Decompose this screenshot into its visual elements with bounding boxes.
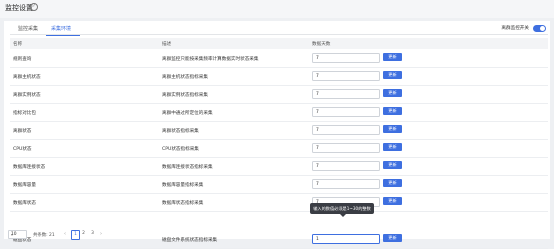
days-input[interactable]: 7 [312,161,380,171]
column-header-days: 数据天数 [312,42,331,47]
table-row: CPU状态 CPU状态指标采集 7 更新 [10,139,548,158]
help-icon[interactable]: ? [30,3,38,11]
row-name: 数据库状态 [13,200,36,206]
days-value: 7 [316,145,319,151]
update-button[interactable]: 更新 [383,71,402,79]
days-input[interactable]: 7 [312,125,380,135]
update-button[interactable]: 更新 [383,179,402,187]
days-value: 7 [316,181,319,187]
prev-page-icon[interactable]: ‹ [64,231,66,237]
days-value: 7 [316,127,319,133]
row-desc: 离群实例状态指标采集 [162,92,208,98]
days-input[interactable]: 7 [312,143,380,153]
row-desc: 数据库容量指标采集 [162,182,204,188]
days-input[interactable]: 7 [312,71,380,81]
row-desc: 离群状态指标采集 [162,128,199,134]
next-page-icon[interactable]: › [100,231,102,237]
row-desc: 离群中通过所定位的采集 [162,110,213,116]
update-button[interactable]: 更新 [383,161,402,169]
update-button[interactable]: 更新 [383,53,402,61]
row-name: 数据库容量 [13,182,36,188]
table-row: 离群主机状态 离群主机状态指标采集 7 更新 [10,67,548,86]
chevron-down-icon: ▾ [11,232,14,237]
total-count: 共条数: 21 [33,232,55,238]
table-header: 名称 描述 数据天数 [10,38,548,49]
column-header-name: 名称 [13,42,23,47]
row-desc: 离群监控只能按采集频率计算数据实时状态采集 [162,56,259,62]
days-value: 7 [316,73,319,79]
days-input[interactable]: 7 [312,107,380,117]
days-value: 1 [316,236,319,242]
page-header: 监控设置 ? [0,0,554,18]
days-value: 7 [316,109,319,115]
days-value: 7 [316,91,319,97]
update-button[interactable]: 更新 [383,89,402,97]
row-desc: 数据库状态指标采集 [162,200,204,206]
table-row: 指标对比包 离群中通过所定位的采集 7 更新 [10,103,548,122]
active-tab-indicator [46,35,80,36]
main-panel: 监控采集 采集环境 离群监控开关 名称 描述 数据天数 规则查询 离群监控只能按… [4,21,550,249]
table-row: 数据库容量 数据库容量指标采集 7 更新 [10,175,548,194]
page-size-select[interactable]: 10 ▾ [8,230,27,239]
table-row: 数据库连接状态 数据库连接状态指标采集 7 更新 [10,157,548,176]
monitor-toggle[interactable] [533,25,546,32]
days-value: 7 [316,163,319,169]
update-button[interactable]: 更新 [383,197,402,205]
page-button-1[interactable]: 1 [71,230,80,240]
update-button[interactable]: 更新 [383,234,402,242]
column-header-desc: 描述 [162,42,172,47]
days-value: 7 [316,55,319,61]
row-name: 规则查询 [13,56,32,62]
row-desc: 数据库连接状态指标采集 [162,164,213,170]
table-row: 离群状态 离群状态指标采集 7 更新 [10,121,548,140]
monitor-switch-label: 离群监控开关 [501,26,529,31]
update-button[interactable]: 更新 [383,107,402,115]
row-name: 离群实例状态 [13,92,41,98]
row-desc: 离群主机状态指标采集 [162,74,208,80]
tab-divider [10,34,548,35]
tab-monitor-collect[interactable]: 监控采集 [18,25,38,32]
row-name: 数据库连接状态 [13,164,46,170]
row-desc: CPU状态指标采集 [162,146,199,152]
days-input[interactable]: 7 [312,179,380,189]
toggle-knob [540,25,546,31]
days-input[interactable]: 7 [312,53,380,63]
days-input[interactable]: 7 [312,89,380,99]
days-input[interactable]: 1 [312,234,380,244]
update-button[interactable]: 更新 [383,125,402,133]
table-row: 离群实例状态 离群实例状态指标采集 7 更新 [10,85,548,104]
table-row: 数据库状态 数据库状态指标采集 7 更新 [10,193,548,212]
row-name: 指标对比包 [13,110,36,116]
row-name: 离群状态 [13,128,32,134]
tab-collect-env[interactable]: 采集环境 [51,25,71,32]
table-row: 规则查询 离群监控只能按采集频率计算数据实时状态采集 7 更新 [10,49,548,68]
row-name: CPU状态 [13,146,32,152]
update-button[interactable]: 更新 [383,143,402,151]
row-name: 离群主机状态 [13,74,41,80]
page-button-2[interactable]: 2 [80,230,87,238]
page-title: 监控设置 [5,4,33,12]
page-button-3[interactable]: 3 [89,230,96,238]
validation-tooltip: 输入的数值必须是1~30的整数 [310,203,374,217]
